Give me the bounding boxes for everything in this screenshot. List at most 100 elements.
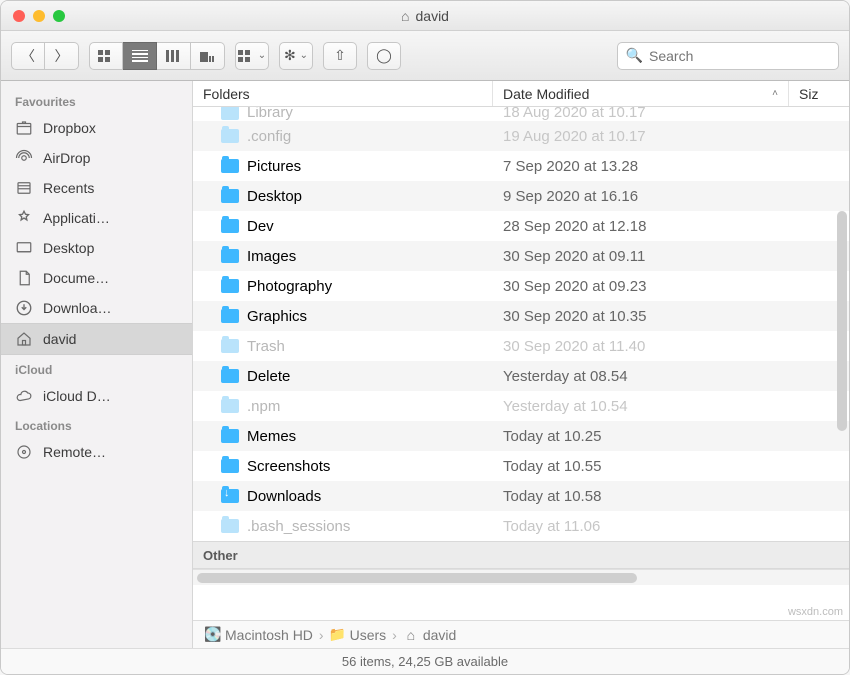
status-bar: 56 items, 24,25 GB available [1,648,849,674]
file-name: Images [247,248,296,265]
path-segment[interactable]: ⌂david [403,627,456,643]
file-row[interactable]: MemesToday at 10.25 [193,421,849,451]
sidebar-item-david[interactable]: david [1,323,192,355]
list-icon [132,50,148,62]
path-segment[interactable]: 📁Users [330,627,387,643]
search-input[interactable] [649,48,830,64]
share-button[interactable]: ⇧ [323,42,357,70]
folder-icon [221,219,239,233]
file-row[interactable]: Photography30 Sep 2020 at 09.23 [193,271,849,301]
share-icon: ⇧ [334,47,346,64]
chevron-left-icon: 〈 [21,46,35,66]
chevron-down-icon: ⌄ [300,50,308,61]
file-name: Delete [247,368,290,385]
nav-buttons: 〈 〉 [11,42,79,70]
back-button[interactable]: 〈 [11,42,45,70]
sidebar: FavouritesDropboxAirDropRecentsApplicati… [1,81,193,648]
sidebar-item-dropbox[interactable]: Dropbox [1,113,192,143]
file-row[interactable]: Trash30 Sep 2020 at 11.40 [193,331,849,361]
file-row[interactable]: .config19 Aug 2020 at 10.17 [193,121,849,151]
sidebar-item-recents[interactable]: Recents [1,173,192,203]
file-row[interactable]: Dev28 Sep 2020 at 12.18 [193,211,849,241]
folder-icon [221,189,239,203]
file-date: Yesterday at 08.54 [493,368,849,385]
file-row[interactable]: DownloadsToday at 10.58 [193,481,849,511]
document-icon [15,269,33,287]
file-date: 30 Sep 2020 at 10.35 [493,308,849,325]
file-name: Screenshots [247,458,330,475]
file-date: 9 Sep 2020 at 16.16 [493,188,849,205]
folder-icon [221,399,239,413]
file-row[interactable]: Images30 Sep 2020 at 09.11 [193,241,849,271]
status-text: 56 items, 24,25 GB available [342,654,508,669]
path-segment[interactable]: 💽Macintosh HD [205,627,313,643]
box-icon [15,119,33,137]
file-date: Today at 10.58 [493,488,849,505]
sidebar-item-label: Dropbox [43,120,96,136]
action-button[interactable]: ✻⌄ [279,42,313,70]
folder-icon [221,129,239,143]
folder-icon [221,429,239,443]
sidebar-item-applicati[interactable]: Applicati… [1,203,192,233]
column-header-date[interactable]: Date Modified˄ [493,81,789,106]
vertical-scrollbar-thumb[interactable] [837,211,847,431]
home-icon: ⌂ [403,627,419,643]
file-row[interactable]: Pictures7 Sep 2020 at 13.28 [193,151,849,181]
gear-icon: ✻ [284,47,296,64]
folder-icon [221,309,239,323]
file-row[interactable]: Delete Yesterday at 08.54 [193,361,849,391]
tag-icon: ◯ [376,47,392,64]
disk-icon: 💽 [205,627,221,643]
file-date: Today at 10.55 [493,458,849,475]
desktop-icon [15,239,33,257]
view-list-button[interactable] [123,42,157,70]
close-button[interactable] [13,10,25,22]
sidebar-item-label: AirDrop [43,150,90,166]
scrollbar-thumb[interactable] [197,573,637,583]
path-bar: 💽Macintosh HD›📁Users›⌂david [193,620,849,648]
horizontal-scrollbar[interactable] [193,569,849,585]
arrange-button[interactable]: ⌄ [235,42,269,70]
forward-button[interactable]: 〉 [45,42,79,70]
group-header-label: Other [203,548,238,563]
view-gallery-button[interactable] [191,42,225,70]
file-name: Library [247,107,293,121]
path-label: david [423,627,456,643]
file-date: 7 Sep 2020 at 13.28 [493,158,849,175]
file-row[interactable]: Desktop9 Sep 2020 at 16.16 [193,181,849,211]
minimize-button[interactable] [33,10,45,22]
file-row[interactable]: Screenshots Today at 10.55 [193,451,849,481]
group-header-other: Other [193,541,849,569]
column-header-name[interactable]: Folders [193,81,493,106]
column-headers: Folders Date Modified˄ Siz [193,81,849,107]
sidebar-item-desktop[interactable]: Desktop [1,233,192,263]
path-label: Macintosh HD [225,627,313,643]
file-row[interactable]: .bash_sessionsToday at 11.06 [193,511,849,541]
search-field[interactable]: 🔍 [617,42,839,70]
sidebar-item-icloudd[interactable]: iCloud D… [1,381,192,411]
file-date: Today at 10.25 [493,428,849,445]
zoom-button[interactable] [53,10,65,22]
path-label: Users [350,627,387,643]
file-date: 18 Aug 2020 at 10.17 [493,107,849,121]
sidebar-item-label: Docume… [43,270,109,286]
sort-ascending-icon: ˄ [772,88,778,99]
sidebar-item-remote[interactable]: Remote… [1,437,192,467]
sidebar-item-downloa[interactable]: Downloa… [1,293,192,323]
tags-button[interactable]: ◯ [367,42,401,70]
sidebar-heading: Locations [1,411,192,437]
search-icon: 🔍 [626,47,643,64]
file-list[interactable]: Library 18 Aug 2020 at 10.17.config19 Aug… [193,107,849,620]
window-body: FavouritesDropboxAirDropRecentsApplicati… [1,81,849,648]
column-header-size[interactable]: Siz [789,81,849,106]
apps-icon [15,209,33,227]
view-columns-button[interactable] [157,42,191,70]
file-row[interactable]: Graphics30 Sep 2020 at 10.35 [193,301,849,331]
file-row[interactable]: Library 18 Aug 2020 at 10.17 [193,107,849,121]
view-icon-button[interactable] [89,42,123,70]
file-row[interactable]: .npmYesterday at 10.54 [193,391,849,421]
sidebar-item-airdrop[interactable]: AirDrop [1,143,192,173]
folder-icon [221,519,239,533]
sidebar-item-docume[interactable]: Docume… [1,263,192,293]
path-separator: › [392,627,397,643]
